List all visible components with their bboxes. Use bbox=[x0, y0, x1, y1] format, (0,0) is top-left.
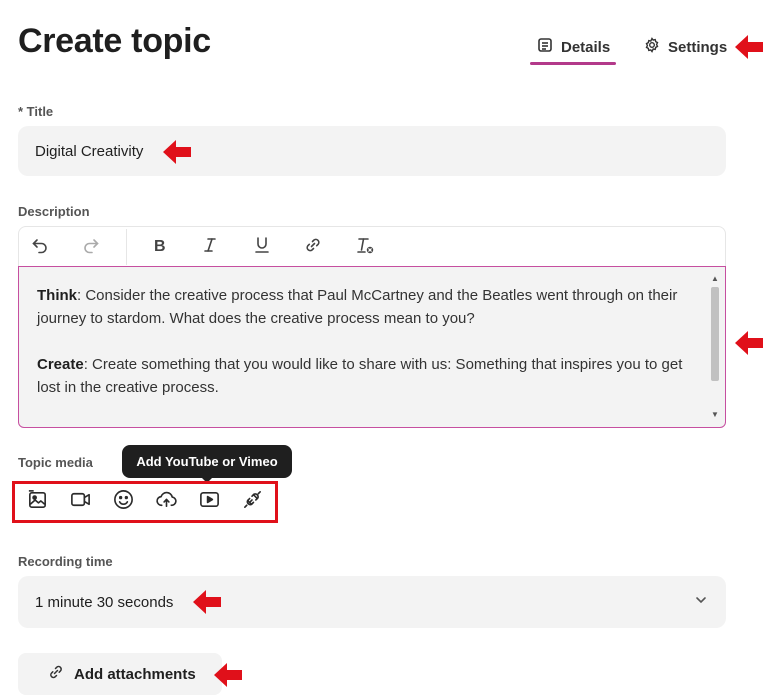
media-tooltip: Add YouTube or Vimeo bbox=[122, 445, 292, 483]
description-paragraph: Think: Consider the creative process tha… bbox=[37, 284, 695, 330]
link-icon bbox=[303, 235, 323, 260]
topic-media-buttons bbox=[12, 481, 278, 523]
paragraph-keyword: Create bbox=[37, 356, 84, 373]
gear-icon bbox=[644, 37, 660, 57]
emoji-icon bbox=[112, 488, 135, 516]
link-icon bbox=[48, 664, 64, 684]
redo-icon bbox=[81, 235, 101, 260]
underline-icon bbox=[252, 235, 272, 260]
upload-media-button[interactable] bbox=[154, 490, 179, 515]
paragraph-keyword: Think bbox=[37, 287, 77, 304]
svg-text:B: B bbox=[154, 238, 166, 255]
redo-button[interactable] bbox=[78, 234, 104, 260]
tab-bar: Details Settings bbox=[530, 34, 727, 66]
recording-time-select[interactable]: 1 minute 30 seconds bbox=[18, 576, 726, 628]
bold-button[interactable]: B bbox=[146, 234, 172, 260]
image-icon bbox=[26, 488, 49, 516]
title-input-value: Digital Creativity bbox=[35, 142, 144, 160]
editor-scrollbar[interactable]: ▲ ▼ bbox=[708, 273, 722, 421]
topic-media-label: Topic media bbox=[18, 455, 93, 470]
embed-link-button[interactable] bbox=[240, 490, 265, 515]
add-image-button[interactable] bbox=[25, 490, 50, 515]
annotation-arrow-icon bbox=[193, 590, 221, 614]
recording-time-value: 1 minute 30 seconds bbox=[35, 593, 174, 611]
link-button[interactable] bbox=[300, 234, 326, 260]
title-input[interactable]: Digital Creativity bbox=[18, 126, 726, 176]
annotation-arrow-icon bbox=[735, 331, 763, 355]
page-title: Create topic bbox=[18, 22, 211, 60]
scroll-down-arrow-icon[interactable]: ▼ bbox=[708, 409, 722, 421]
details-icon bbox=[537, 37, 553, 57]
record-video-button[interactable] bbox=[68, 490, 93, 515]
scroll-up-arrow-icon[interactable]: ▲ bbox=[708, 273, 722, 285]
italic-button[interactable] bbox=[197, 234, 223, 260]
upload-cloud-icon bbox=[155, 488, 178, 516]
undo-button[interactable] bbox=[27, 234, 53, 260]
description-editor[interactable]: Think: Consider the creative process tha… bbox=[18, 266, 726, 428]
link-plug-icon bbox=[241, 488, 264, 516]
editor-toolbar: B bbox=[18, 226, 726, 266]
title-label: * Title bbox=[18, 104, 54, 119]
underline-button[interactable] bbox=[249, 234, 275, 260]
paragraph-text: : Consider the creative process that Pau… bbox=[37, 287, 678, 327]
tab-details[interactable]: Details bbox=[530, 34, 616, 65]
play-video-icon bbox=[198, 488, 221, 516]
paragraph-text: : Create something that you would like t… bbox=[37, 356, 683, 396]
annotation-arrow-icon bbox=[735, 35, 763, 59]
tab-settings-label: Settings bbox=[668, 38, 728, 56]
video-camera-icon bbox=[69, 488, 92, 516]
add-attachments-button[interactable]: Add attachments bbox=[18, 653, 222, 695]
chevron-down-icon bbox=[694, 593, 708, 611]
scroll-thumb[interactable] bbox=[711, 287, 719, 381]
tab-settings[interactable]: Settings bbox=[644, 34, 727, 60]
description-label: Description bbox=[18, 204, 90, 219]
undo-icon bbox=[30, 235, 50, 260]
bold-icon: B bbox=[149, 235, 169, 260]
description-paragraph: Create: Create something that you would … bbox=[37, 353, 695, 399]
toolbar-divider bbox=[126, 229, 127, 265]
add-emoji-button[interactable] bbox=[111, 490, 136, 515]
recording-time-label: Recording time bbox=[18, 554, 113, 569]
annotation-arrow-icon bbox=[163, 140, 191, 164]
tab-details-label: Details bbox=[561, 38, 611, 56]
add-attachments-label: Add attachments bbox=[74, 665, 196, 683]
clear-format-icon bbox=[355, 235, 375, 260]
add-youtube-vimeo-button[interactable] bbox=[197, 490, 222, 515]
clear-format-button[interactable] bbox=[352, 234, 378, 260]
italic-icon bbox=[200, 235, 220, 260]
annotation-arrow-icon bbox=[214, 663, 242, 687]
